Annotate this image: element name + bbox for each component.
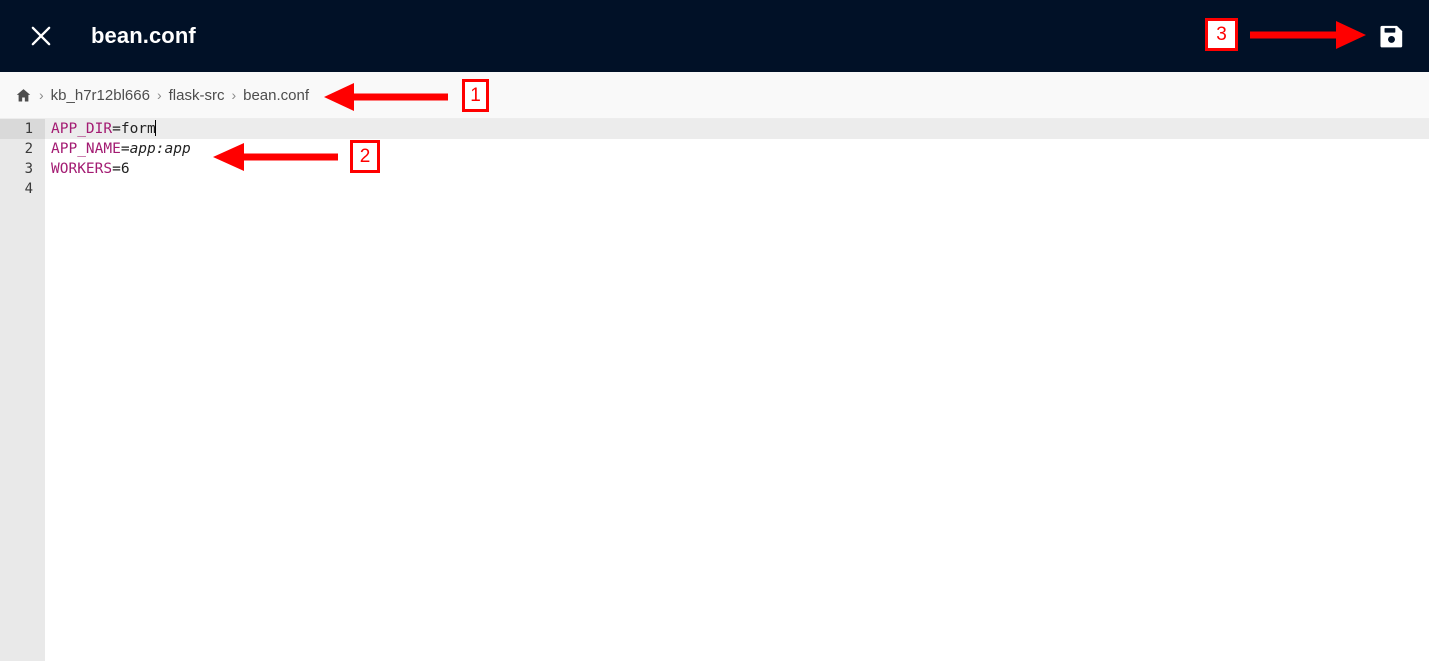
config-value: form (120, 121, 156, 137)
config-operator: = (120, 141, 130, 157)
config-key: APP_NAME (51, 141, 121, 157)
code-content[interactable]: APP_DIR=form APP_NAME=app:app WORKERS=6 (45, 119, 1429, 661)
save-floppy-icon (1379, 25, 1402, 47)
config-operator: = (112, 121, 121, 137)
breadcrumb: › kb_h7r12bl666 › flask-src › bean.conf (0, 72, 1429, 119)
close-button[interactable] (13, 8, 69, 64)
config-key: WORKERS (51, 161, 113, 177)
breadcrumb-separator-1: › (156, 87, 162, 103)
annotation-label-1: 1 (462, 79, 489, 112)
code-line[interactable]: APP_NAME=app:app (45, 139, 1429, 159)
code-line[interactable]: APP_DIR=form (45, 119, 1429, 139)
config-value: app:app (129, 141, 191, 157)
line-number: 4 (24, 181, 33, 197)
annotation-label-2: 2 (350, 140, 380, 173)
config-key: APP_DIR (51, 121, 113, 137)
line-number-gutter: 1 2 3 4 (0, 119, 45, 661)
home-icon-glyph (16, 88, 30, 102)
save-button[interactable] (1369, 14, 1413, 58)
breadcrumb-item-2[interactable]: bean.conf (243, 87, 309, 104)
line-number: 3 (24, 161, 33, 177)
config-value: 6 (120, 161, 130, 177)
text-cursor (154, 120, 156, 136)
page-title: bean.conf (91, 23, 196, 48)
breadcrumb-item-1[interactable]: flask-src (169, 87, 225, 104)
config-operator: = (112, 161, 121, 177)
home-icon[interactable] (14, 86, 32, 104)
breadcrumb-separator-2: › (231, 87, 237, 103)
breadcrumb-separator-0: › (39, 87, 44, 103)
annotation-label-3: 3 (1205, 18, 1238, 51)
code-line[interactable]: WORKERS=6 (45, 159, 1429, 179)
code-editor[interactable]: 1 2 3 4 APP_DIR=form APP_NAME=app:app WO… (0, 119, 1429, 661)
breadcrumb-item-0[interactable]: kb_h7r12bl666 (51, 87, 150, 104)
close-icon (31, 26, 51, 46)
code-line[interactable] (45, 179, 1429, 199)
line-number: 2 (24, 141, 33, 157)
line-number: 1 (0, 119, 45, 139)
